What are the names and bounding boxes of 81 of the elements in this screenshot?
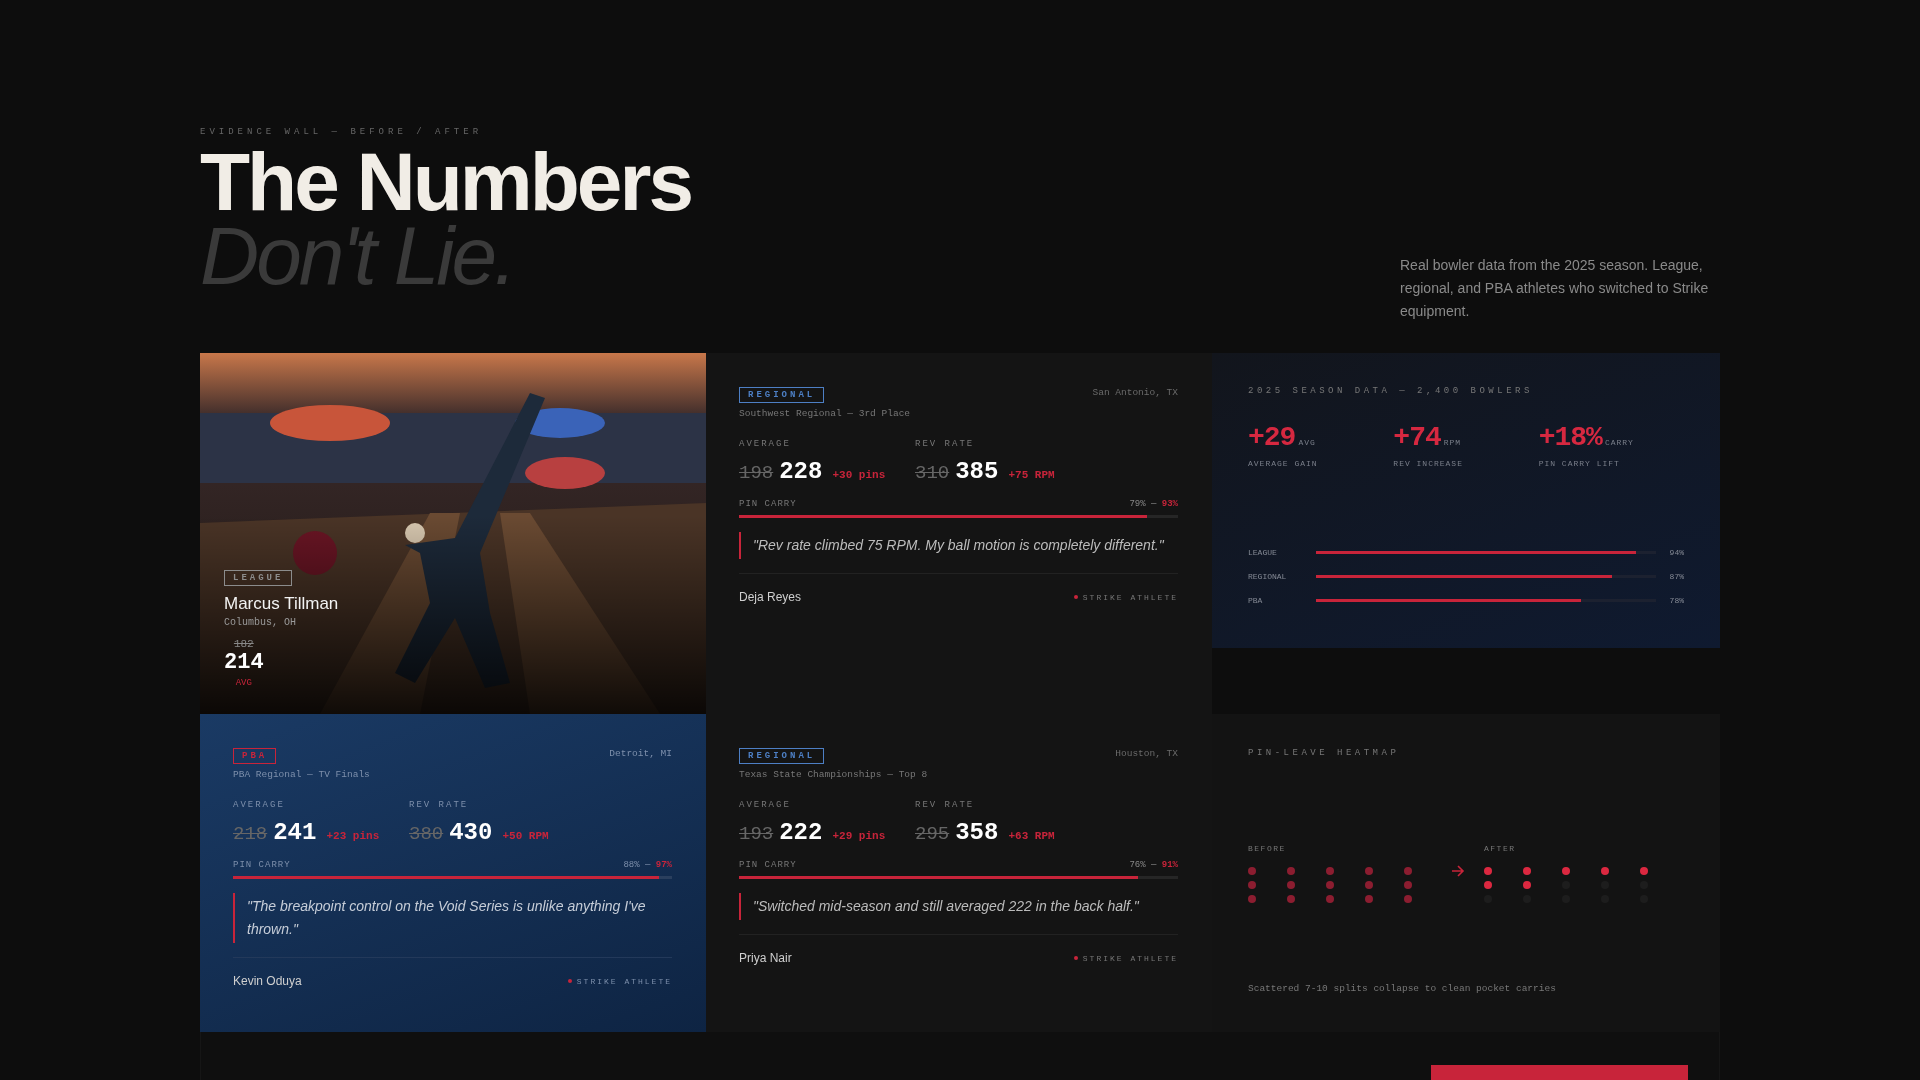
metric-value: +29 [1248, 422, 1296, 453]
previous-value: 295 [915, 823, 950, 845]
gain-value: +75 RPM [1008, 469, 1055, 481]
athlete-name: Deja Reyes [739, 590, 802, 604]
previous-value: 198 [739, 462, 774, 484]
current-value: 222 [779, 819, 823, 846]
testimonial-quote: "The breakpoint control on the Void Series is unlike anything I've thrown." [233, 893, 672, 943]
category-tag: REGIONAL [739, 387, 825, 403]
eyebrow-label: EVIDENCE WALL — BEFORE / AFTER [200, 127, 484, 137]
intro-text: Real bowler data from the 2025 season. League, regional, and PBA athletes who switched to Strike equipment. [1400, 256, 1710, 321]
bar-value: 87% [1668, 572, 1684, 581]
status-dot-icon [1073, 595, 1078, 599]
group-label: AFTER [1484, 844, 1517, 853]
testimonial-quote: "Rev rate climbed 75 RPM. My ball motion is completely different." [739, 532, 1178, 559]
stat-label: REV RATE [409, 800, 470, 810]
page-title: The Numbers [200, 145, 691, 219]
event-name: Texas State Championships — Top 8 [739, 769, 928, 780]
gain-value: +50 RPM [502, 830, 549, 842]
section-title: 2025 SEASON DATA — 2,400 BOWLERS [1248, 386, 1534, 396]
current-value: 358 [955, 819, 999, 846]
athlete-status-label: STRIKE ATHLETE [576, 976, 672, 986]
event-name: PBA Regional — TV Finals [233, 769, 370, 780]
arrow-icon [1450, 863, 1466, 879]
gain-value: +63 RPM [1008, 830, 1055, 842]
section-title: PIN-LEAVE HEATMAP [1248, 748, 1401, 758]
metric-unit: AVG [1298, 438, 1316, 447]
bar-label: REGIONAL [1248, 572, 1288, 581]
metric-label: PIN CARRY LIFT [1538, 459, 1621, 468]
metric-unit: RPM [1443, 438, 1462, 447]
status-dot-icon [567, 979, 572, 983]
event-location: Houston, TX [1115, 748, 1178, 759]
previous-value: 310 [915, 462, 950, 484]
current-value: 228 [779, 458, 823, 485]
previous-value: 193 [739, 823, 774, 845]
current-average: 214 [224, 650, 264, 676]
athlete-name: Priya Nair [739, 951, 792, 965]
bar-label: PBA [1248, 596, 1264, 605]
event-location: Detroit, MI [609, 748, 672, 759]
metric-unit: CARRY [1604, 438, 1634, 447]
previous-value: 218 [233, 823, 268, 845]
carry-label: PIN CARRY [739, 499, 797, 509]
event-location: San Antonio, TX [1092, 387, 1178, 398]
bar-label: LEAGUE [1248, 548, 1278, 557]
carry-label: PIN CARRY [233, 860, 291, 870]
metric-value: +74 [1393, 422, 1441, 453]
unit-label: AVG [235, 678, 252, 688]
gain-value: +23 pins [326, 830, 380, 842]
bar-value: 94% [1668, 548, 1684, 557]
category-tag: PBA [233, 748, 277, 764]
athlete-name: Marcus Tillman [224, 594, 339, 614]
stat-label: AVERAGE [233, 800, 286, 810]
category-tag: LEAGUE [224, 570, 293, 586]
testimonial-quote: "Switched mid-season and still averaged 222 in the back half." [739, 893, 1178, 920]
gain-value: +29 pins [832, 830, 886, 842]
carry-label: PIN CARRY [739, 860, 797, 870]
stat-label: AVERAGE [739, 439, 792, 449]
metric-label: AVERAGE GAIN [1248, 459, 1319, 468]
current-value: 241 [273, 819, 317, 846]
athlete-name: Kevin Oduya [233, 974, 302, 988]
metric-value: +18% [1538, 422, 1602, 453]
carry-range: 79% — 93% [1129, 499, 1178, 509]
stat-label: REV RATE [915, 800, 976, 810]
carry-range: 76% — 91% [1129, 860, 1178, 870]
heatmap-caption: Scattered 7-10 splits collapse to clean pocket carries [1248, 983, 1557, 994]
event-name: Southwest Regional — 3rd Place [739, 408, 911, 419]
category-tag: REGIONAL [739, 748, 825, 764]
metric-label: REV INCREASE [1393, 459, 1464, 468]
previous-value: 380 [409, 823, 444, 845]
athlete-status-label: STRIKE ATHLETE [1082, 953, 1178, 963]
stat-label: REV RATE [915, 439, 976, 449]
athlete-location: Columbus, OH [224, 617, 296, 628]
previous-average: 182 [233, 638, 254, 650]
current-value: 430 [449, 819, 493, 846]
stat-label: AVERAGE [739, 800, 792, 810]
bar-value: 78% [1668, 596, 1684, 605]
athlete-status-label: STRIKE ATHLETE [1082, 592, 1178, 602]
status-dot-icon [1073, 956, 1078, 960]
group-label: BEFORE [1248, 844, 1287, 853]
current-value: 385 [955, 458, 999, 485]
carry-range: 88% — 97% [623, 860, 672, 870]
gain-value: +30 pins [832, 469, 886, 481]
